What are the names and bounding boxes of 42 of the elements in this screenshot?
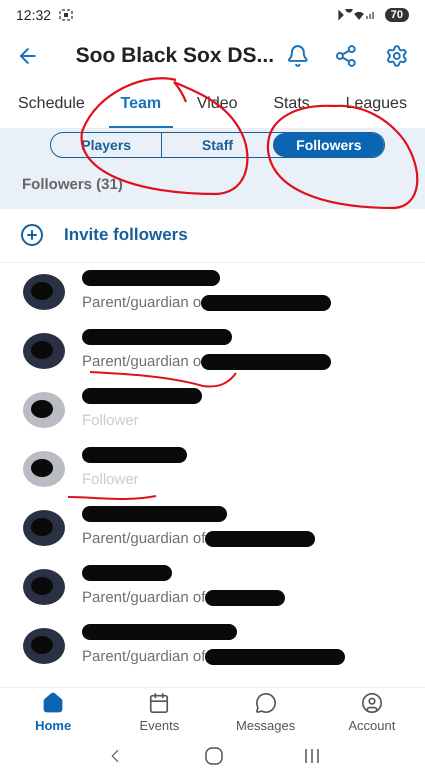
follower-row[interactable]: Parent/guardian of bbox=[0, 616, 425, 676]
member-role: Parent/guardian o bbox=[82, 292, 202, 313]
recents-nav-icon[interactable] bbox=[303, 748, 322, 764]
section-title: Followers (31) bbox=[22, 175, 124, 195]
tab[interactable]: Stats bbox=[261, 82, 322, 128]
avatar bbox=[22, 627, 66, 665]
member-role: Parent/guardian o bbox=[82, 352, 202, 372]
share-icon[interactable] bbox=[334, 44, 358, 68]
tab[interactable]: Leagues bbox=[334, 82, 419, 128]
settings-icon[interactable] bbox=[385, 44, 409, 68]
home-nav-icon[interactable] bbox=[205, 747, 224, 765]
add-icon bbox=[20, 223, 44, 247]
avatar bbox=[22, 273, 66, 311]
segment-button[interactable]: Staff bbox=[161, 133, 273, 157]
nav-item[interactable]: Home bbox=[8, 692, 98, 736]
calendar-icon bbox=[148, 692, 170, 714]
account-icon bbox=[360, 692, 383, 714]
battery-indicator: 70 bbox=[384, 8, 409, 22]
follower-row[interactable]: Parent/guardian of bbox=[0, 558, 425, 616]
avatar bbox=[22, 391, 66, 429]
screenshot-icon bbox=[59, 9, 74, 21]
avatar bbox=[22, 450, 66, 488]
nav-item[interactable]: Events bbox=[114, 692, 204, 736]
member-role: Parent/guardian of bbox=[82, 528, 206, 549]
follower-row[interactable]: Parent/guardian o bbox=[0, 322, 425, 380]
chat-icon bbox=[254, 692, 277, 714]
tab[interactable]: Schedule bbox=[6, 82, 97, 128]
avatar bbox=[22, 509, 66, 547]
follower-row[interactable]: Parent/guardian of bbox=[0, 498, 425, 558]
team-title: Soo Black Sox DS... bbox=[76, 43, 274, 70]
status-time: 12:32 bbox=[16, 6, 52, 24]
follower-row[interactable]: Parent/guardian o bbox=[0, 262, 425, 322]
nav-item[interactable]: Messages bbox=[220, 692, 311, 736]
invite-followers-button[interactable]: Invite followers bbox=[0, 208, 425, 262]
segment-button[interactable]: Followers bbox=[272, 133, 384, 157]
avatar bbox=[22, 568, 66, 606]
member-role: Parent/guardian of bbox=[82, 588, 206, 608]
member-role: Parent/guardian of bbox=[82, 646, 206, 667]
nav-item[interactable]: Account bbox=[326, 692, 417, 736]
home-icon bbox=[42, 692, 64, 714]
avatar bbox=[22, 332, 66, 370]
notifications-icon[interactable] bbox=[286, 44, 310, 68]
